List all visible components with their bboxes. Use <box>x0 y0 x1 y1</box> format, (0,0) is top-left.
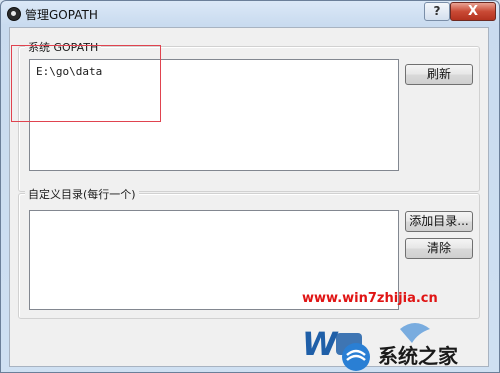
title-bar: 管理GOPATH ? X <box>1 1 499 25</box>
watermark-logo-text: 系统之家 <box>378 344 459 368</box>
custom-directory-legend: 自定义目录(每行一个) <box>25 186 139 202</box>
watermark-url: www.win7zhijia.cn <box>302 291 438 306</box>
watermark-logo-emblem <box>342 343 370 371</box>
refresh-button[interactable]: 刷新 <box>405 64 473 85</box>
close-button[interactable]: X <box>450 2 496 21</box>
window-title: 管理GOPATH <box>25 8 98 22</box>
watermark-logo: W 系统之家 <box>302 323 459 371</box>
add-directory-button[interactable]: 添加目录... <box>405 211 473 232</box>
clear-button[interactable]: 清除 <box>405 238 473 259</box>
help-button[interactable]: ? <box>424 2 450 21</box>
watermark-logo-swoosh <box>400 323 430 343</box>
highlight-annotation-box <box>11 45 161 122</box>
app-icon <box>7 7 21 21</box>
watermark-logo-win-text: W <box>302 325 339 363</box>
